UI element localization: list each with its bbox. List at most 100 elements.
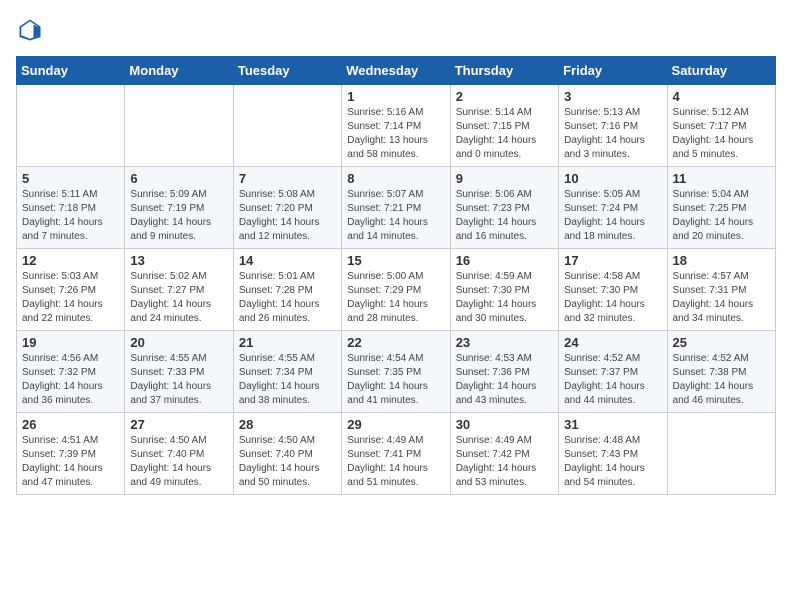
day-number: 13 [130,253,227,268]
day-info: Sunrise: 4:58 AM Sunset: 7:30 PM Dayligh… [564,270,661,326]
day-info: Sunrise: 4:53 AM Sunset: 7:36 PM Dayligh… [456,352,553,408]
day-number: 24 [564,335,661,350]
calendar-cell: 22 Sunrise: 4:54 AM Sunset: 7:35 PM Dayli… [342,331,450,413]
calendar-cell: 14 Sunrise: 5:01 AM Sunset: 7:28 PM Dayli… [233,249,341,331]
calendar-cell: 26 Sunrise: 4:51 AM Sunset: 7:39 PM Dayli… [17,413,125,495]
page-header [16,16,776,44]
calendar-week-1: 1 Sunrise: 5:16 AM Sunset: 7:14 PM Daylig… [17,85,776,167]
weekday-header-wednesday: Wednesday [342,57,450,85]
calendar-cell: 10Sunrise: 5:05 AM Sunset: 7:24 PM Dayli… [559,167,667,249]
day-number: 22 [347,335,444,350]
day-info: Sunrise: 5:00 AM Sunset: 7:29 PM Dayligh… [347,270,444,326]
day-number: 16 [456,253,553,268]
day-number: 27 [130,417,227,432]
calendar-cell: 30 Sunrise: 4:49 AM Sunset: 7:42 PM Dayli… [450,413,558,495]
weekday-header-sunday: Sunday [17,57,125,85]
calendar-cell: 18Sunrise: 4:57 AM Sunset: 7:31 PM Dayli… [667,249,775,331]
logo [16,16,48,44]
day-number: 8 [347,171,444,186]
day-number: 2 [456,89,553,104]
calendar-cell: 11 Sunrise: 5:04 AM Sunset: 7:25 PM Dayli… [667,167,775,249]
day-number: 31 [564,417,661,432]
day-info: Sunrise: 5:08 AM Sunset: 7:20 PM Dayligh… [239,188,336,244]
day-info: Sunrise: 4:48 AM Sunset: 7:43 PM Dayligh… [564,434,661,490]
day-info: Sunrise: 5:09 AM Sunset: 7:19 PM Dayligh… [130,188,227,244]
day-info: Sunrise: 5:06 AM Sunset: 7:23 PM Dayligh… [456,188,553,244]
day-number: 11 [673,171,770,186]
day-number: 4 [673,89,770,104]
calendar-cell: 9 Sunrise: 5:06 AM Sunset: 7:23 PM Daylig… [450,167,558,249]
weekday-header-row: SundayMondayTuesdayWednesdayThursdayFrid… [17,57,776,85]
weekday-header-thursday: Thursday [450,57,558,85]
calendar-cell: 15 Sunrise: 5:00 AM Sunset: 7:29 PM Dayli… [342,249,450,331]
day-info: Sunrise: 5:02 AM Sunset: 7:27 PM Dayligh… [130,270,227,326]
calendar-cell: 21Sunrise: 4:55 AM Sunset: 7:34 PM Dayli… [233,331,341,413]
calendar-cell: 24 Sunrise: 4:52 AM Sunset: 7:37 PM Dayli… [559,331,667,413]
calendar-cell [233,85,341,167]
calendar-cell: 16Sunrise: 4:59 AM Sunset: 7:30 PM Dayli… [450,249,558,331]
day-info: Sunrise: 4:49 AM Sunset: 7:42 PM Dayligh… [456,434,553,490]
day-number: 3 [564,89,661,104]
calendar-cell: 27 Sunrise: 4:50 AM Sunset: 7:40 PM Dayli… [125,413,233,495]
day-number: 1 [347,89,444,104]
day-info: Sunrise: 5:11 AM Sunset: 7:18 PM Dayligh… [22,188,119,244]
day-info: Sunrise: 4:54 AM Sunset: 7:35 PM Dayligh… [347,352,444,408]
day-number: 26 [22,417,119,432]
calendar-week-4: 19 Sunrise: 4:56 AM Sunset: 7:32 PM Dayli… [17,331,776,413]
weekday-header-friday: Friday [559,57,667,85]
logo-icon [16,16,44,44]
day-number: 29 [347,417,444,432]
day-info: Sunrise: 4:55 AM Sunset: 7:33 PM Dayligh… [130,352,227,408]
day-number: 12 [22,253,119,268]
calendar-table: SundayMondayTuesdayWednesdayThursdayFrid… [16,56,776,495]
calendar-cell: 8 Sunrise: 5:07 AM Sunset: 7:21 PM Daylig… [342,167,450,249]
day-number: 9 [456,171,553,186]
day-info: Sunrise: 4:52 AM Sunset: 7:38 PM Dayligh… [673,352,770,408]
day-info: Sunrise: 5:16 AM Sunset: 7:14 PM Dayligh… [347,106,444,162]
calendar-week-5: 26 Sunrise: 4:51 AM Sunset: 7:39 PM Dayli… [17,413,776,495]
day-info: Sunrise: 5:01 AM Sunset: 7:28 PM Dayligh… [239,270,336,326]
day-number: 30 [456,417,553,432]
day-number: 6 [130,171,227,186]
calendar-cell: 19 Sunrise: 4:56 AM Sunset: 7:32 PM Dayli… [17,331,125,413]
day-info: Sunrise: 5:07 AM Sunset: 7:21 PM Dayligh… [347,188,444,244]
weekday-header-saturday: Saturday [667,57,775,85]
calendar-cell: 3 Sunrise: 5:13 AM Sunset: 7:16 PM Daylig… [559,85,667,167]
day-number: 15 [347,253,444,268]
day-info: Sunrise: 4:56 AM Sunset: 7:32 PM Dayligh… [22,352,119,408]
calendar-cell: 7 Sunrise: 5:08 AM Sunset: 7:20 PM Daylig… [233,167,341,249]
day-number: 25 [673,335,770,350]
day-info: Sunrise: 4:50 AM Sunset: 7:40 PM Dayligh… [130,434,227,490]
calendar-cell: 12 Sunrise: 5:03 AM Sunset: 7:26 PM Dayli… [17,249,125,331]
calendar-cell: 6 Sunrise: 5:09 AM Sunset: 7:19 PM Daylig… [125,167,233,249]
day-number: 17 [564,253,661,268]
calendar-cell: 28 Sunrise: 4:50 AM Sunset: 7:40 PM Dayli… [233,413,341,495]
day-info: Sunrise: 5:03 AM Sunset: 7:26 PM Dayligh… [22,270,119,326]
calendar-cell [667,413,775,495]
day-info: Sunrise: 5:12 AM Sunset: 7:17 PM Dayligh… [673,106,770,162]
day-number: 21 [239,335,336,350]
weekday-header-tuesday: Tuesday [233,57,341,85]
day-info: Sunrise: 4:57 AM Sunset: 7:31 PM Dayligh… [673,270,770,326]
calendar-week-2: 5 Sunrise: 5:11 AM Sunset: 7:18 PM Daylig… [17,167,776,249]
calendar-cell: 4 Sunrise: 5:12 AM Sunset: 7:17 PM Daylig… [667,85,775,167]
day-number: 5 [22,171,119,186]
day-number: 19 [22,335,119,350]
day-info: Sunrise: 4:50 AM Sunset: 7:40 PM Dayligh… [239,434,336,490]
day-number: 28 [239,417,336,432]
calendar-cell: 31 Sunrise: 4:48 AM Sunset: 7:43 PM Dayli… [559,413,667,495]
calendar-cell: 2Sunrise: 5:14 AM Sunset: 7:15 PM Daylig… [450,85,558,167]
calendar-cell: 1 Sunrise: 5:16 AM Sunset: 7:14 PM Daylig… [342,85,450,167]
day-number: 7 [239,171,336,186]
day-number: 20 [130,335,227,350]
calendar-cell [125,85,233,167]
calendar-cell: 5 Sunrise: 5:11 AM Sunset: 7:18 PM Daylig… [17,167,125,249]
day-info: Sunrise: 5:04 AM Sunset: 7:25 PM Dayligh… [673,188,770,244]
day-number: 14 [239,253,336,268]
day-info: Sunrise: 4:52 AM Sunset: 7:37 PM Dayligh… [564,352,661,408]
day-info: Sunrise: 4:51 AM Sunset: 7:39 PM Dayligh… [22,434,119,490]
calendar-cell: 23 Sunrise: 4:53 AM Sunset: 7:36 PM Dayli… [450,331,558,413]
day-number: 23 [456,335,553,350]
calendar-cell [17,85,125,167]
day-info: Sunrise: 5:13 AM Sunset: 7:16 PM Dayligh… [564,106,661,162]
